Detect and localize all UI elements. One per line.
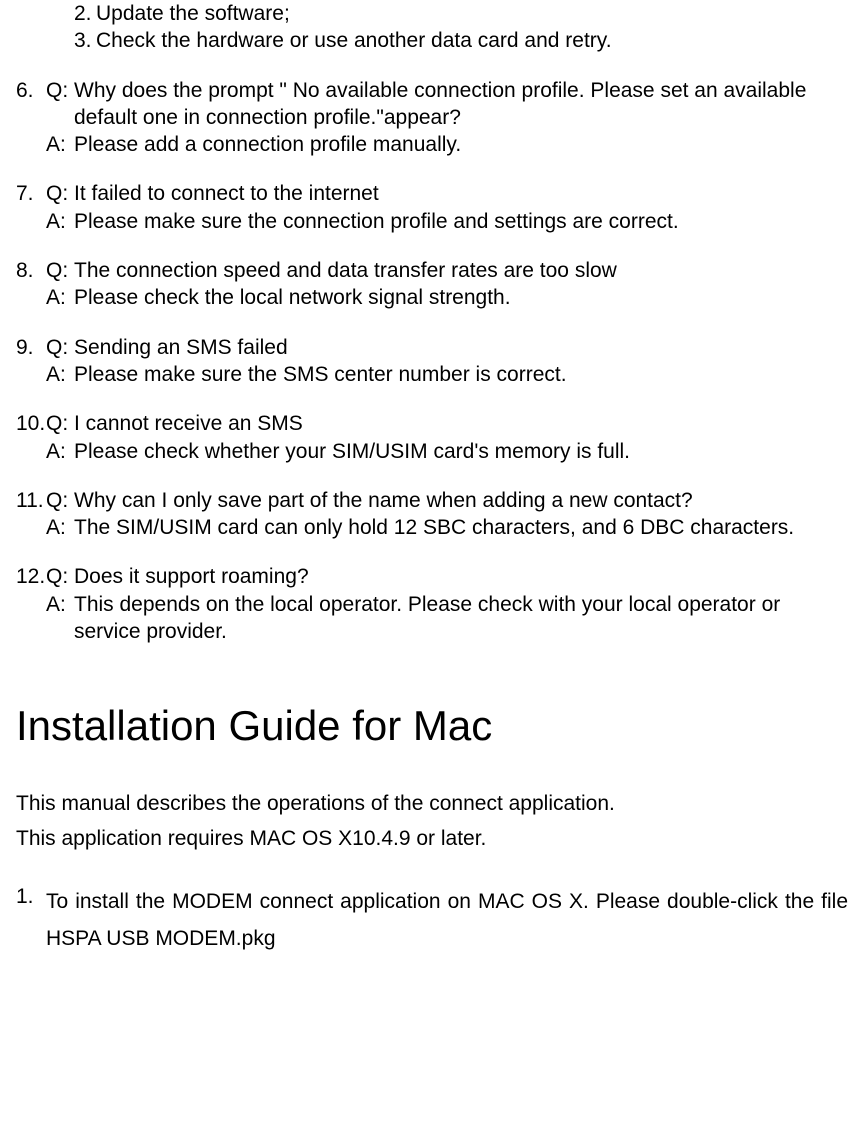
faq-item: 11. Q: Why can I only save part of the n… <box>16 487 848 542</box>
faq-num-spacer <box>16 131 46 158</box>
install-num: 1. <box>16 883 46 958</box>
faq-q-label: Q: <box>46 563 74 590</box>
install-item: 1. To install the MODEM connect applicat… <box>16 883 848 958</box>
faq-answer-row: A: The SIM/USIM card can only hold 12 SB… <box>16 514 848 541</box>
faq-num: 6. <box>16 77 46 132</box>
faq-a-text: Please make sure the connection profile … <box>74 208 848 235</box>
faq-answer-row: A: This depends on the local operator. P… <box>16 591 848 646</box>
faq-a-text: The SIM/USIM card can only hold 12 SBC c… <box>74 514 848 541</box>
intro-text-1: This manual describes the operations of … <box>16 790 848 817</box>
faq-a-label: A: <box>46 361 74 388</box>
faq-answer-row: A: Please add a connection profile manua… <box>16 131 848 158</box>
faq-item: 10. Q: I cannot receive an SMS A: Please… <box>16 410 848 465</box>
faq-answer-row: A: Please make sure the SMS center numbe… <box>16 361 848 388</box>
faq-num-spacer <box>16 591 46 646</box>
sub-list: 2. Update the software; 3. Check the har… <box>74 0 848 55</box>
sub-item: 2. Update the software; <box>74 0 848 27</box>
faq-num-spacer <box>16 514 46 541</box>
faq-question-row: 11. Q: Why can I only save part of the n… <box>16 487 848 514</box>
faq-a-label: A: <box>46 284 74 311</box>
faq-num-spacer <box>16 438 46 465</box>
faq-question-row: 12. Q: Does it support roaming? <box>16 563 848 590</box>
faq-q-text: It failed to connect to the internet <box>74 180 848 207</box>
faq-q-text: The connection speed and data transfer r… <box>74 257 848 284</box>
section-title: Installation Guide for Mac <box>16 699 848 754</box>
faq-q-label: Q: <box>46 410 74 437</box>
faq-answer-row: A: Please check the local network signal… <box>16 284 848 311</box>
faq-q-label: Q: <box>46 487 74 514</box>
faq-q-label: Q: <box>46 257 74 284</box>
faq-question-row: 10. Q: I cannot receive an SMS <box>16 410 848 437</box>
faq-question-row: 7. Q: It failed to connect to the intern… <box>16 180 848 207</box>
faq-num: 10. <box>16 410 46 437</box>
faq-a-text: Please check the local network signal st… <box>74 284 848 311</box>
faq-answer-row: A: Please check whether your SIM/USIM ca… <box>16 438 848 465</box>
faq-num: 9. <box>16 334 46 361</box>
sub-item-text: Check the hardware or use another data c… <box>96 27 848 54</box>
faq-a-label: A: <box>46 514 74 541</box>
faq-q-label: Q: <box>46 180 74 207</box>
faq-answer-row: A: Please make sure the connection profi… <box>16 208 848 235</box>
install-list: 1. To install the MODEM connect applicat… <box>16 883 848 958</box>
faq-num: 11. <box>16 487 46 514</box>
faq-question-row: 8. Q: The connection speed and data tran… <box>16 257 848 284</box>
faq-item: 9. Q: Sending an SMS failed A: Please ma… <box>16 334 848 389</box>
faq-num-spacer <box>16 284 46 311</box>
faq-q-text: Why does the prompt " No available conne… <box>74 77 848 132</box>
sub-item: 3. Check the hardware or use another dat… <box>74 27 848 54</box>
faq-a-text: Please check whether your SIM/USIM card'… <box>74 438 848 465</box>
faq-item: 8. Q: The connection speed and data tran… <box>16 257 848 312</box>
faq-a-text: Please add a connection profile manually… <box>74 131 848 158</box>
faq-question-row: 9. Q: Sending an SMS failed <box>16 334 848 361</box>
faq-question-row: 6. Q: Why does the prompt " No available… <box>16 77 848 132</box>
faq-q-text: Why can I only save part of the name whe… <box>74 487 848 514</box>
faq-a-text: Please make sure the SMS center number i… <box>74 361 848 388</box>
faq-q-label: Q: <box>46 77 74 132</box>
faq-item: 6. Q: Why does the prompt " No available… <box>16 77 848 159</box>
faq-item: 12. Q: Does it support roaming? A: This … <box>16 563 848 645</box>
intro-text-2: This application requires MAC OS X10.4.9… <box>16 825 848 852</box>
faq-a-text: This depends on the local operator. Plea… <box>74 591 848 646</box>
sub-item-num: 2. <box>74 0 96 27</box>
sub-item-text: Update the software; <box>96 0 848 27</box>
install-text: To install the MODEM connect application… <box>46 883 848 958</box>
faq-a-label: A: <box>46 591 74 646</box>
faq-num-spacer <box>16 361 46 388</box>
faq-a-label: A: <box>46 131 74 158</box>
faq-item: 7. Q: It failed to connect to the intern… <box>16 180 848 235</box>
faq-q-label: Q: <box>46 334 74 361</box>
faq-q-text: Sending an SMS failed <box>74 334 848 361</box>
faq-a-label: A: <box>46 438 74 465</box>
faq-list: 2. Update the software; 3. Check the har… <box>16 0 848 645</box>
faq-num: 7. <box>16 180 46 207</box>
faq-num-spacer <box>16 208 46 235</box>
faq-a-label: A: <box>46 208 74 235</box>
faq-q-text: I cannot receive an SMS <box>74 410 848 437</box>
faq-num: 12. <box>16 563 46 590</box>
sub-item-num: 3. <box>74 27 96 54</box>
faq-q-text: Does it support roaming? <box>74 563 848 590</box>
faq-num: 8. <box>16 257 46 284</box>
